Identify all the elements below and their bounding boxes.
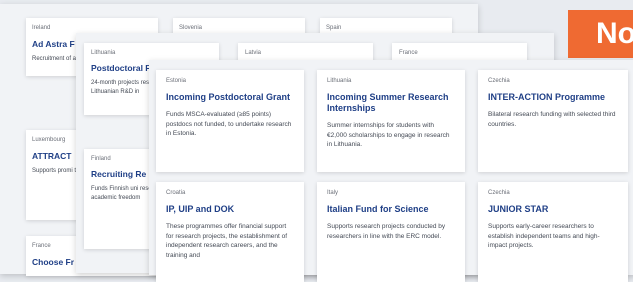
card-country: Lithuania <box>327 78 352 84</box>
card-description: Supports early-career researchers to est… <box>488 223 600 249</box>
card-country: Estonia <box>166 78 187 84</box>
new-badge: No <box>568 10 633 58</box>
card-country: Spain <box>326 25 342 31</box>
program-card-estonia[interactable]: Estonia Incoming Postdoctoral Grant Fund… <box>156 70 304 172</box>
program-card-lithuania-internships[interactable]: Lithuania Incoming Summer Research Inter… <box>317 70 465 172</box>
card-description: These programmes offer financial support… <box>166 223 288 259</box>
card-title[interactable]: Italian Fund for Science <box>327 204 455 215</box>
program-card-croatia[interactable]: Croatia IP, UIP and DOK These programmes… <box>156 182 304 282</box>
card-title[interactable]: IP, UIP and DOK <box>166 204 294 215</box>
card-country: Czechia <box>488 78 510 84</box>
card-country: Slovenia <box>179 25 203 31</box>
card-country: Latvia <box>245 50 262 56</box>
program-card-czechia-interaction[interactable]: Czechia INTER-ACTION Programme Bilateral… <box>478 70 628 172</box>
card-description: Bilateral research funding with selected… <box>488 111 616 128</box>
card-country: Italy <box>327 190 339 196</box>
card-description: Supports research projects conducted by … <box>327 223 446 240</box>
program-card-czechia-junior-star[interactable]: Czechia JUNIOR STAR Supports early-caree… <box>478 182 628 282</box>
card-country: France <box>399 50 418 56</box>
card-description: Funds MSCA-evaluated (≥85 points) postdo… <box>166 111 292 137</box>
front-panel: Estonia Incoming Postdoctoral Grant Fund… <box>149 60 633 282</box>
card-country: Croatia <box>166 190 186 196</box>
card-description: Summer internships for students with €2,… <box>327 122 450 148</box>
card-title[interactable]: Incoming Summer Research Internships <box>327 92 455 114</box>
card-title[interactable]: INTER-ACTION Programme <box>488 92 618 103</box>
program-card-italy[interactable]: Italy Italian Fund for Science Supports … <box>317 182 465 282</box>
card-country: Ireland <box>32 25 51 31</box>
card-title[interactable]: Incoming Postdoctoral Grant <box>166 92 294 103</box>
card-title[interactable]: JUNIOR STAR <box>488 204 618 215</box>
card-country: Czechia <box>488 190 510 196</box>
card-country: Lithuania <box>91 50 116 56</box>
